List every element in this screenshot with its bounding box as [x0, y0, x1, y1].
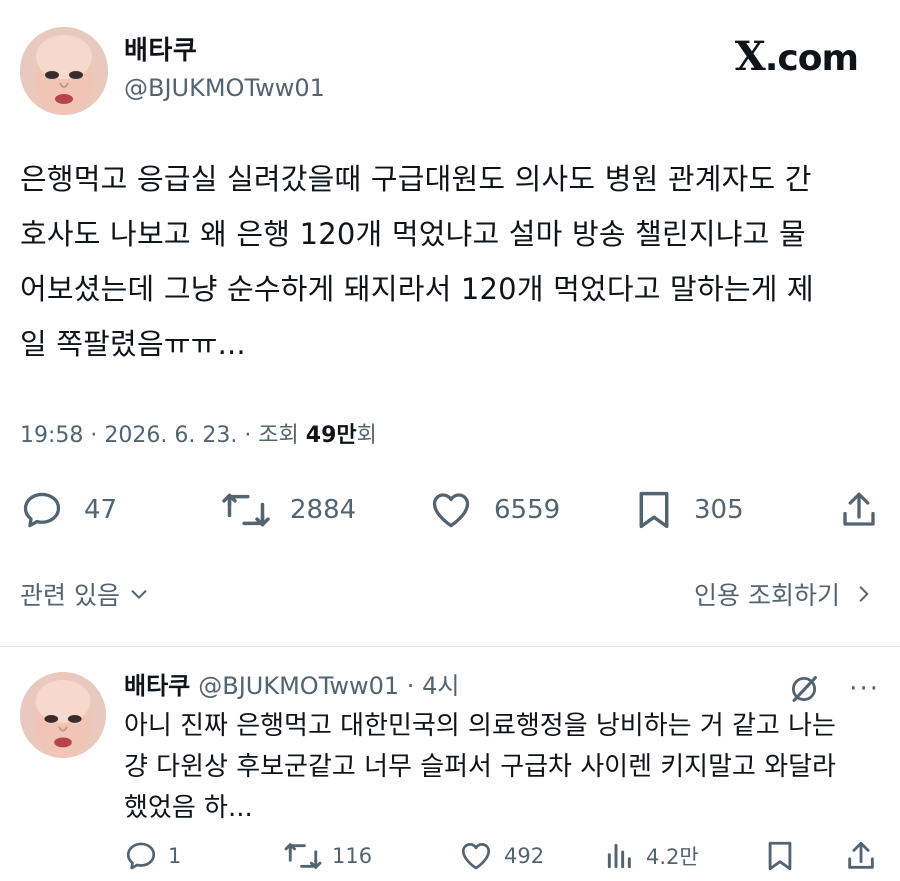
author-block: 배타쿠 @BJUKMOTww01 [124, 35, 325, 105]
reply-display-name[interactable]: 배타쿠 [124, 672, 190, 700]
retweet-icon [284, 843, 322, 869]
views-icon [607, 843, 631, 869]
share-icon [843, 492, 875, 526]
related-toggle[interactable]: 관련 있음 [20, 576, 150, 612]
share-icon [848, 841, 874, 869]
reply-retweet-button[interactable]: 116 [284, 836, 372, 876]
related-label: 관련 있음 [20, 581, 120, 610]
bookmark-icon [768, 841, 792, 871]
bookmark-button[interactable]: 305 [634, 486, 744, 534]
view-quotes-link[interactable]: 인용 조회하기 [694, 576, 874, 612]
chevron-right-icon [859, 586, 869, 602]
x-com-suffix: .com [764, 38, 859, 79]
tweet-line: 은행먹고 응급실 실려갔을때 구급대원도 의사도 병원 관계자도 간 [20, 162, 812, 196]
view-count: 49만 [305, 423, 357, 448]
reply-body: 아니 진짜 은행먹고 대한민국의 의료행정을 낭비하는 거 같고 나는 걍 다윈… [124, 706, 884, 829]
more-icon[interactable]: ··· [849, 676, 880, 702]
reply-view-count: 4.2만 [646, 845, 699, 869]
reply-views-button[interactable]: 4.2만 [604, 836, 699, 876]
reply-like-count: 492 [504, 844, 545, 868]
x-logo-icon: X [734, 33, 766, 80]
avatar[interactable] [20, 672, 106, 758]
tweet-meta: 19:58 · 2026. 6. 23. · 조회 49만회 [20, 418, 377, 454]
share-button[interactable] [838, 486, 880, 534]
reply-top-icons: ··· [787, 672, 880, 706]
reply-icon [23, 492, 61, 528]
reply-bookmark-button[interactable] [764, 836, 796, 876]
reply-reply-button[interactable]: 1 [124, 836, 181, 876]
heart-icon [461, 843, 491, 870]
reply-share-button[interactable] [844, 836, 878, 876]
grok-icon[interactable] [787, 672, 821, 706]
tweet-header: 배타쿠 @BJUKMOTww01 X.com [20, 27, 880, 117]
reply-retweet-count: 116 [332, 844, 373, 868]
handle[interactable]: @BJUKMOTww01 [124, 71, 325, 105]
reply-action-bar: 1 116 492 4.2만 [124, 836, 884, 876]
bookmark-count: 305 [694, 495, 744, 525]
retweet-count: 2884 [290, 495, 357, 525]
tweet-line: 호사도 나보고 왜 은행 120개 먹었냐고 설마 방송 챌린지냐고 물 [20, 217, 806, 251]
action-bar: 47 2884 6559 305 [20, 486, 882, 534]
display-name[interactable]: 배타쿠 [124, 35, 325, 67]
chevron-down-icon [131, 590, 147, 599]
reply-like-button[interactable]: 492 [458, 836, 544, 876]
tweet-detail-page: 배타쿠 @BJUKMOTww01 X.com 은행먹고 응급실 실려갔을때 구급… [0, 0, 900, 881]
reply-line: 걍 다윈상 후보군같고 너무 슬퍼서 구급차 사이렌 키지말고 와달라 [124, 752, 836, 782]
reply-header: 배타쿠 @BJUKMOTww01 · 4시 [124, 670, 459, 702]
reply-count: 47 [84, 495, 118, 525]
quotes-label: 인용 조회하기 [694, 581, 840, 610]
reply-meta[interactable]: @BJUKMOTww01 · 4시 [198, 672, 459, 700]
reply-reply-count: 1 [168, 844, 182, 868]
like-button[interactable]: 6559 [428, 486, 560, 534]
heart-icon [432, 493, 470, 528]
tweet-line: 어보셨는데 그냥 순수하게 돼지라서 120개 먹었다고 말하는게 제 [20, 272, 814, 306]
avatar[interactable] [20, 27, 108, 115]
divider [0, 646, 900, 647]
reply-line: 했었음 하... [124, 793, 253, 823]
like-count: 6559 [494, 495, 561, 525]
tweet-body: 은행먹고 응급실 실려갔을때 구급대원도 의사도 병원 관계자도 간 호사도 나… [20, 152, 882, 372]
reply-tweet[interactable]: 배타쿠 @BJUKMOTww01 · 4시 ··· 아니 진짜 은행먹고 대한민국… [20, 670, 890, 881]
reply-line: 아니 진짜 은행먹고 대한민국의 의료행정을 낭비하는 거 같고 나는 [124, 711, 836, 741]
view-suffix: 회 [356, 423, 377, 448]
retweet-button[interactable]: 2884 [222, 486, 356, 534]
retweet-icon [222, 493, 270, 527]
reply-button[interactable]: 47 [20, 486, 117, 534]
reply-icon [126, 842, 156, 870]
timestamp[interactable]: 19:58 · 2026. 6. 23. · 조회 [20, 423, 306, 448]
tweet-line: 일 쪽팔렸음ㅠㅠ... [20, 327, 246, 361]
x-com-logo: X.com [734, 33, 859, 80]
bookmark-icon [639, 491, 669, 529]
